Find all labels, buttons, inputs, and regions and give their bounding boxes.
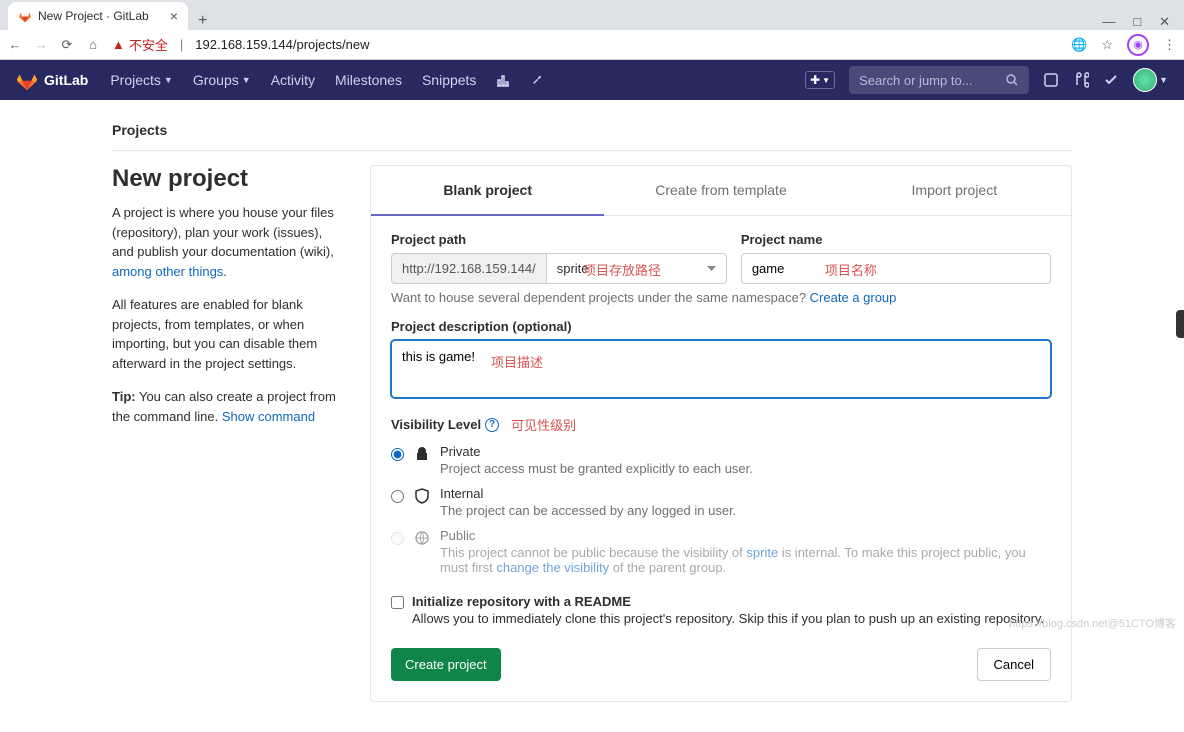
- annotation-visibility: 可见性级别: [511, 415, 576, 434]
- todos-icon[interactable]: [1103, 72, 1119, 88]
- namespace-select[interactable]: sprite: [546, 253, 727, 284]
- private-radio[interactable]: [391, 448, 404, 461]
- url-text[interactable]: 192.168.159.144/projects/new: [195, 37, 369, 52]
- internal-radio[interactable]: [391, 490, 404, 503]
- description-label: Project description (optional): [391, 319, 1051, 334]
- window-maximize-icon[interactable]: □: [1133, 14, 1141, 30]
- window-close-icon[interactable]: ✕: [1159, 14, 1170, 30]
- browser-address-bar: ← → ⟳ ⌂ ▲ 不安全 | 192.168.159.144/projects…: [0, 30, 1184, 60]
- merge-requests-icon[interactable]: [1073, 72, 1089, 88]
- among-other-things-link[interactable]: among other things: [112, 264, 223, 279]
- nav-activity[interactable]: Activity: [261, 72, 325, 88]
- new-button[interactable]: ✚ ▼: [805, 71, 835, 89]
- public-radio: [391, 532, 404, 545]
- side-description: New project A project is where you house…: [112, 165, 340, 702]
- change-visibility-link[interactable]: change the visibility: [496, 560, 609, 575]
- project-name-label: Project name: [741, 232, 1051, 247]
- visibility-label: Visibility Level: [391, 417, 481, 432]
- close-tab-icon[interactable]: ×: [170, 8, 178, 24]
- description-textarea[interactable]: [391, 340, 1051, 398]
- browser-menu-icon[interactable]: ⋮: [1163, 37, 1176, 53]
- readme-checkbox-row[interactable]: Initialize repository with a READMEAllow…: [391, 593, 1051, 626]
- tab-create-from-template[interactable]: Create from template: [604, 166, 837, 215]
- user-menu[interactable]: ▼: [1133, 68, 1168, 92]
- visibility-internal[interactable]: InternalThe project can be accessed by a…: [391, 486, 1051, 518]
- nav-milestones[interactable]: Milestones: [325, 72, 412, 88]
- issues-icon[interactable]: [1043, 72, 1059, 88]
- cancel-button[interactable]: Cancel: [977, 648, 1051, 681]
- gitlab-logo[interactable]: GitLab: [16, 69, 88, 91]
- nav-chart-icon[interactable]: [486, 72, 520, 88]
- sprite-link[interactable]: sprite: [746, 545, 778, 560]
- gitlab-header: GitLab Projects ▼ Groups ▼ Activity Mile…: [0, 60, 1184, 100]
- window-minimize-icon[interactable]: —: [1102, 14, 1115, 30]
- breadcrumb[interactable]: Projects: [112, 116, 1072, 150]
- insecure-badge[interactable]: ▲ 不安全: [112, 35, 168, 54]
- page-title: New project: [112, 165, 340, 193]
- tab-blank-project[interactable]: Blank project: [371, 166, 604, 216]
- watermark: https://blog.csdn.net@51CTO博客: [1009, 615, 1176, 631]
- bookmark-star-icon[interactable]: ☆: [1101, 37, 1113, 53]
- tab-import-project[interactable]: Import project: [838, 166, 1071, 215]
- project-name-input[interactable]: [741, 253, 1051, 284]
- chevron-down-icon: ▼: [164, 75, 173, 85]
- search-icon: [1005, 73, 1019, 87]
- search-input[interactable]: Search or jump to...: [849, 66, 1029, 94]
- browser-tab[interactable]: New Project · GitLab ×: [8, 2, 188, 30]
- nav-projects[interactable]: Projects ▼: [100, 72, 183, 88]
- nav-groups[interactable]: Groups ▼: [183, 72, 261, 88]
- new-tab-button[interactable]: +: [188, 12, 217, 30]
- home-icon[interactable]: ⌂: [86, 37, 100, 52]
- create-group-link[interactable]: Create a group: [810, 290, 897, 305]
- globe-icon: [414, 530, 430, 546]
- visibility-private[interactable]: PrivateProject access must be granted ex…: [391, 444, 1051, 476]
- visibility-public: PublicThis project cannot be public beca…: [391, 528, 1051, 575]
- profile-icon[interactable]: ◉: [1127, 34, 1149, 56]
- project-form: Blank project Create from template Impor…: [370, 165, 1072, 702]
- gitlab-tanuki-icon: [16, 69, 38, 91]
- edge-handle[interactable]: [1176, 310, 1184, 338]
- back-icon[interactable]: ←: [8, 37, 22, 52]
- forward-icon: →: [34, 37, 48, 52]
- translate-icon[interactable]: 🌐: [1071, 37, 1087, 53]
- gitlab-favicon-icon: [18, 9, 32, 23]
- shield-icon: [414, 488, 430, 504]
- project-path-label: Project path: [391, 232, 727, 247]
- nav-snippets[interactable]: Snippets: [412, 72, 486, 88]
- show-command-link[interactable]: Show command: [222, 409, 315, 424]
- nav-wrench-icon[interactable]: [520, 72, 554, 88]
- path-prefix: http://192.168.159.144/: [391, 253, 546, 284]
- reload-icon[interactable]: ⟳: [60, 37, 74, 53]
- lock-icon: [414, 446, 430, 462]
- chevron-down-icon: ▼: [242, 75, 251, 85]
- tab-title: New Project · GitLab: [38, 9, 149, 23]
- readme-checkbox[interactable]: [391, 596, 404, 609]
- avatar: [1133, 68, 1157, 92]
- create-project-button[interactable]: Create project: [391, 648, 501, 681]
- help-icon[interactable]: ?: [485, 418, 499, 432]
- browser-tab-strip: New Project · GitLab × + — □ ✕: [0, 0, 1184, 30]
